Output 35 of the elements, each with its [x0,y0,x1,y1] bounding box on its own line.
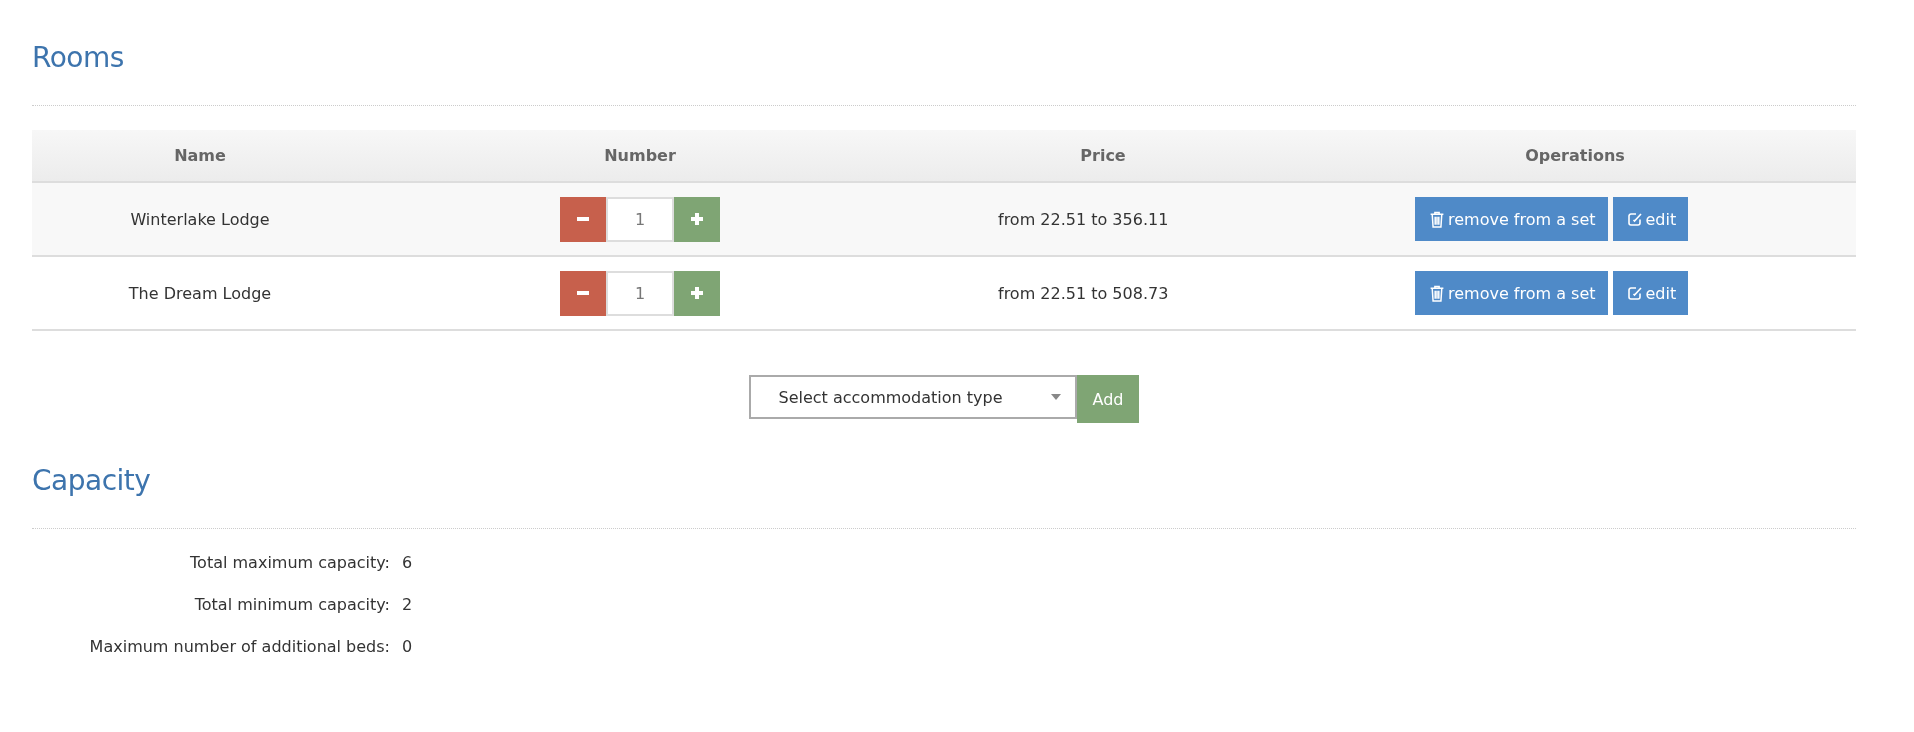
decrease-button[interactable] [560,196,606,242]
remove-button[interactable]: remove from a set [1415,197,1608,241]
trash-icon [1429,210,1445,228]
decrease-button[interactable] [560,270,606,316]
capacity-label: Total minimum capacity: [193,595,390,614]
edit-button[interactable]: edit [1612,271,1689,315]
section-title: Rooms [32,40,125,75]
column-header: Price [1079,146,1127,165]
table-cell-text: from 22.51 to 356.11 [997,209,1170,229]
column-header: Number [603,146,677,165]
caret-icon [1050,394,1061,400]
increase-button[interactable] [674,196,720,242]
capacity-label: Total maximum capacity: [189,553,390,572]
column-header: Name [173,146,227,165]
table-cell-text: The Dream Lodge [127,283,273,303]
capacity-value: 2 [402,595,413,614]
trash-icon [1429,284,1445,302]
capacity-value: 6 [402,553,413,572]
accommodation-select[interactable]: Select accommodation type [748,375,1077,419]
plus-icon [690,286,704,300]
increase-button[interactable] [674,270,720,316]
capacity-label: Maximum number of additional beds: [88,637,390,656]
column-header: Operations [1524,146,1626,165]
plus-icon [690,212,704,226]
edit-icon [1626,284,1643,302]
edit-icon [1626,210,1643,228]
edit-button[interactable]: edit [1612,197,1689,241]
capacity-value: 0 [402,637,413,656]
table-cell-text: from 22.51 to 508.73 [997,283,1170,303]
add-button[interactable]: Add [1076,375,1140,423]
table-cell-text: Winterlake Lodge [129,209,271,229]
number-field[interactable]: 1 [606,196,674,242]
section-title: Capacity [32,463,152,498]
remove-button[interactable]: remove from a set [1415,271,1608,315]
number-field[interactable]: 1 [606,270,674,316]
